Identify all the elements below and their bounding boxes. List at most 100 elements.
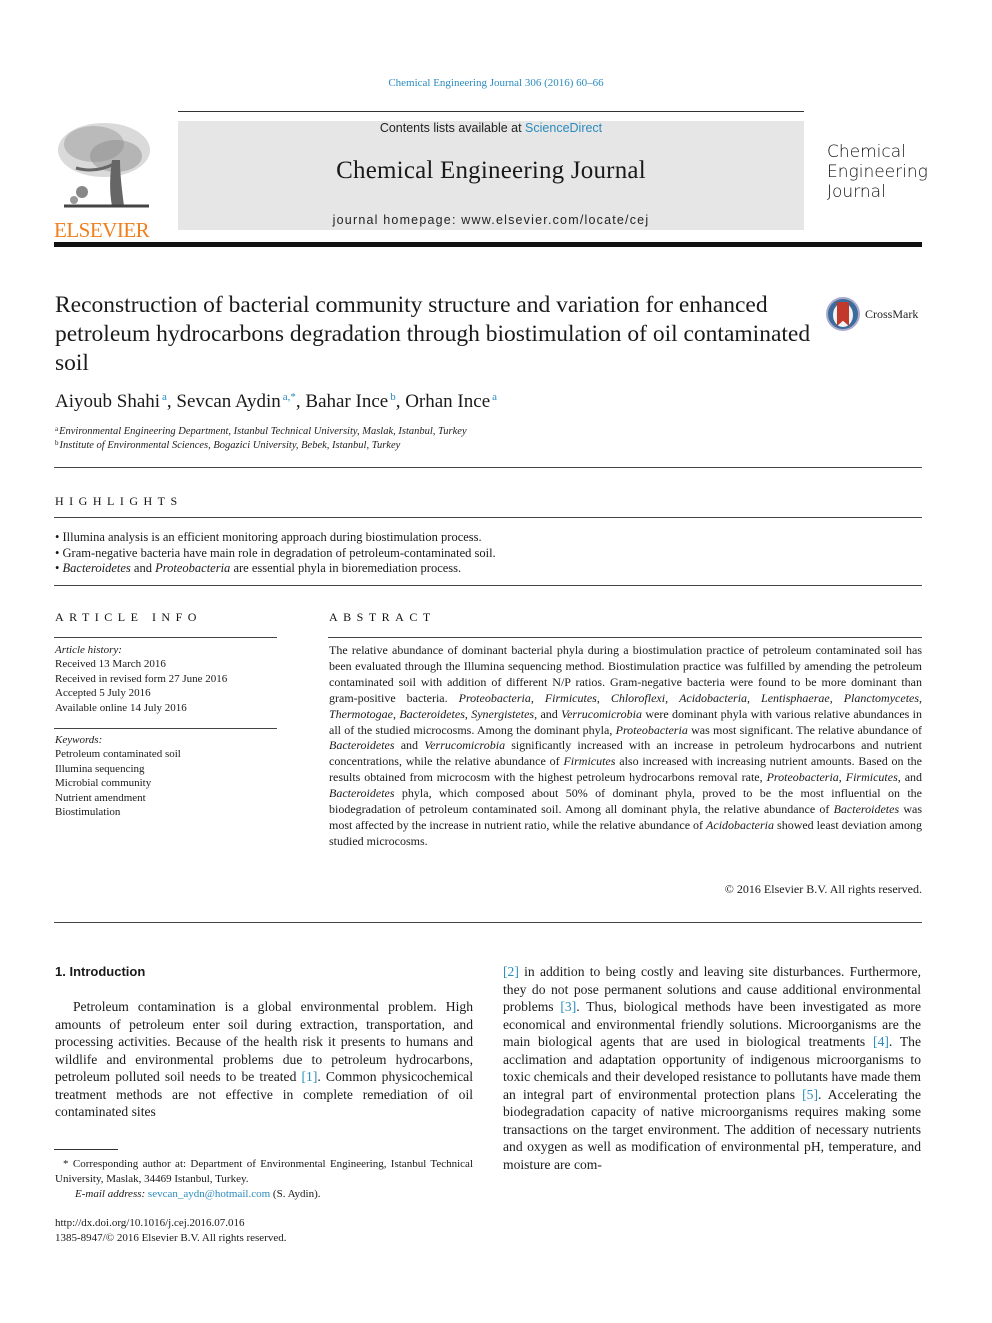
taxon-name: Proteobacteria bbox=[766, 770, 839, 785]
citation-link[interactable]: [4] bbox=[873, 1034, 889, 1049]
corresponding-author-note: * Corresponding author at: Department of… bbox=[55, 1158, 473, 1185]
taxon-name: Planctomycetes bbox=[843, 690, 920, 705]
footnote-rule bbox=[54, 1149, 118, 1150]
taxon-name: Thermotogae bbox=[329, 706, 393, 721]
affiliation-marker: a bbox=[55, 425, 59, 433]
elsevier-wordmark: ELSEVIER bbox=[54, 218, 150, 242]
highlight-text: Gram-negative bacteria have main role in… bbox=[62, 546, 496, 560]
abstract-text: The relative abundance of dominant bacte… bbox=[329, 643, 923, 848]
header-rule bbox=[178, 111, 804, 112]
intro-paragraph-col1: Petroleum contamination is a global envi… bbox=[55, 999, 473, 1119]
abstract-heading: ABSTRACT bbox=[329, 610, 436, 624]
affiliation: bInstitute of Environmental Sciences, Bo… bbox=[55, 439, 400, 451]
divider bbox=[328, 637, 922, 638]
header-thick-rule bbox=[54, 242, 922, 247]
contents-line: Contents lists available at ScienceDirec… bbox=[178, 121, 804, 135]
history-item: Available online 14 July 2016 bbox=[55, 701, 187, 714]
taxon-name: Verrucomicrobia bbox=[424, 738, 506, 753]
keyword[interactable]: Petroleum contaminated soil bbox=[55, 747, 277, 761]
keywords-label: Keywords: bbox=[55, 734, 103, 746]
highlight-text: Bacteroidetes and Proteobacteria are ess… bbox=[62, 561, 462, 575]
history-item: Received 13 March 2016 bbox=[55, 658, 166, 671]
author-affil-marker[interactable]: a,* bbox=[283, 391, 296, 403]
sciencedirect-link[interactable]: ScienceDirect bbox=[525, 121, 602, 135]
keyword[interactable]: Biostimulation bbox=[55, 805, 277, 819]
keywords: Keywords: Petroleum contaminated soil Il… bbox=[55, 733, 277, 819]
taxon-name: Proteobacteria bbox=[155, 561, 231, 575]
highlight-item: • Bacteroidetes and Proteobacteria are e… bbox=[55, 561, 462, 575]
intro-paragraph-col2: [2] in addition to being costly and leav… bbox=[503, 964, 922, 1172]
email-label: E-mail address: bbox=[75, 1188, 148, 1200]
divider bbox=[54, 922, 922, 923]
divider bbox=[54, 585, 922, 586]
crossmark-label: CrossMark bbox=[865, 306, 919, 321]
journal-cover-title[interactable]: Chemical Engineering Journal bbox=[827, 142, 928, 202]
history-item: Received in revised form 27 June 2016 bbox=[55, 672, 228, 685]
affiliation-text: Environmental Engineering Department, Is… bbox=[59, 426, 467, 437]
author-name[interactable]: Sevcan Aydin bbox=[176, 391, 280, 412]
taxon-name: Firmicutes bbox=[544, 690, 597, 705]
affiliation-marker: b bbox=[55, 439, 59, 447]
contents-prefix: Contents lists available at bbox=[379, 121, 526, 135]
author-list: Aiyoub Shahi a, Sevcan Aydin a,*, Bahar In… bbox=[55, 391, 498, 412]
taxon-name: Chloroflexi bbox=[610, 690, 666, 705]
author-affil-marker[interactable]: b bbox=[390, 391, 396, 403]
author-affil-marker[interactable]: a bbox=[492, 391, 497, 403]
article-title: Reconstruction of bacterial community st… bbox=[55, 292, 811, 376]
email-note: E-mail address: sevcan_aydn@hotmail.com … bbox=[75, 1187, 321, 1202]
keyword[interactable]: Illumina sequencing bbox=[55, 762, 277, 776]
journal-citation[interactable]: Chemical Engineering Journal 306 (2016) … bbox=[0, 77, 992, 89]
taxon-name: Proteobacteria bbox=[615, 722, 688, 737]
taxon-name: Proteobacteria bbox=[458, 690, 531, 705]
journal-homepage[interactable]: journal homepage: www.elsevier.com/locat… bbox=[178, 213, 804, 227]
taxon-name: Bacteroidetes bbox=[399, 706, 465, 721]
article-info-heading: ARTICLE INFO bbox=[55, 610, 202, 624]
highlight-item: • Illumina analysis is an efficient moni… bbox=[55, 530, 482, 544]
keyword[interactable]: Nutrient amendment bbox=[55, 791, 277, 805]
taxon-name: Bacteroidetes bbox=[329, 738, 395, 753]
history-label: Article history: bbox=[55, 644, 122, 656]
highlight-text: Illumina analysis is an efficient monito… bbox=[62, 530, 482, 544]
taxon-name: Bacteroidetes bbox=[833, 802, 900, 817]
affiliation-text: Institute of Environmental Sciences, Bog… bbox=[59, 440, 401, 451]
citation-link[interactable]: [5] bbox=[802, 1087, 818, 1102]
doi-link[interactable]: http://dx.doi.org/10.1016/j.cej.2016.07.… bbox=[55, 1216, 245, 1231]
divider bbox=[54, 637, 277, 638]
section-heading-introduction: 1. Introduction bbox=[55, 964, 146, 979]
history-item: Accepted 5 July 2016 bbox=[55, 687, 151, 700]
taxon-name: Verrucomicrobia bbox=[561, 706, 642, 721]
email-link[interactable]: sevcan_aydn@hotmail.com bbox=[148, 1188, 270, 1200]
abstract-copyright: © 2016 Elsevier B.V. All rights reserved… bbox=[724, 882, 922, 896]
taxon-name: Synergistetes bbox=[471, 706, 535, 721]
divider bbox=[54, 728, 277, 729]
taxon-name: Acidobacteria bbox=[706, 817, 775, 832]
crossmark-icon bbox=[826, 297, 860, 331]
taxon-name: Bacteroidetes bbox=[329, 786, 395, 801]
article-history: Article history: Received 13 March 2016 … bbox=[55, 643, 277, 715]
cover-line: Engineering bbox=[827, 162, 928, 182]
taxon-name: Lentisphaerae bbox=[761, 690, 830, 705]
highlights-heading: HIGHLIGHTS bbox=[55, 494, 183, 508]
citation-link[interactable]: [1] bbox=[302, 1069, 318, 1084]
taxon-name: Firmicutes bbox=[845, 770, 898, 785]
taxon-name: Firmicutes bbox=[563, 754, 616, 769]
elsevier-logo[interactable]: ELSEVIER bbox=[54, 120, 154, 241]
taxon-name: Bacteroidetes bbox=[62, 561, 131, 575]
journal-banner: Contents lists available at ScienceDirec… bbox=[178, 121, 804, 230]
author-name[interactable]: Bahar Ince bbox=[305, 391, 388, 412]
highlight-item: • Gram-negative bacteria have main role … bbox=[55, 546, 496, 560]
taxon-name: Acidobacteria bbox=[679, 690, 748, 705]
author-affil-marker[interactable]: a bbox=[162, 391, 167, 403]
crossmark-button[interactable]: CrossMark bbox=[826, 297, 918, 331]
cover-line: Chemical bbox=[827, 142, 906, 162]
divider bbox=[54, 517, 922, 518]
author-name[interactable]: Orhan Ince bbox=[405, 391, 490, 412]
citation-link[interactable]: [3] bbox=[560, 999, 576, 1014]
author-name[interactable]: Aiyoub Shahi bbox=[55, 391, 160, 412]
elsevier-tree-icon bbox=[58, 123, 150, 208]
keyword[interactable]: Microbial community bbox=[55, 776, 277, 790]
issn-copyright: 1385-8947/© 2016 Elsevier B.V. All right… bbox=[55, 1232, 287, 1244]
affiliation: aEnvironmental Engineering Department, I… bbox=[55, 425, 467, 437]
journal-title: Chemical Engineering Journal bbox=[336, 157, 646, 184]
citation-link[interactable]: [2] bbox=[503, 964, 519, 979]
